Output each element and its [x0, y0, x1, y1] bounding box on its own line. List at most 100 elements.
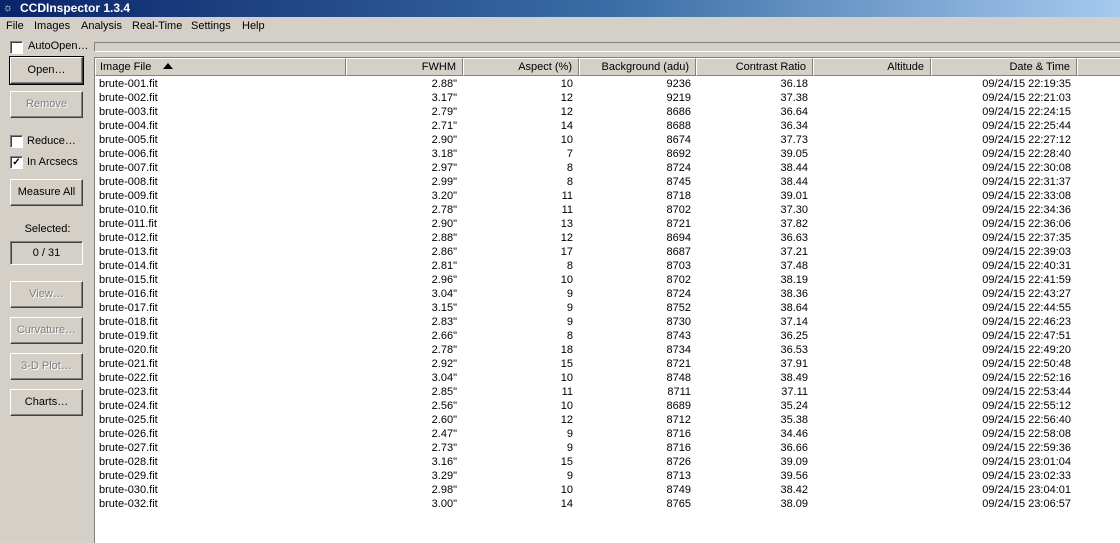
table-row[interactable]: brute-010.fit 2.78" 11 8702 37.30 09/24/15 22… — [95, 203, 1120, 217]
table-row[interactable]: brute-011.fit 2.90" 13 8721 37.82 09/24/15 22… — [95, 217, 1120, 231]
cell-fwhm: 2.79" — [431, 106, 457, 118]
cell-fwhm: 2.81" — [431, 260, 457, 272]
cell-aspect: 14 — [560, 120, 573, 132]
cell-fwhm: 2.98" — [431, 484, 457, 496]
cell-aspect: 10 — [560, 134, 573, 146]
menu-help[interactable]: Help — [242, 17, 265, 36]
table-row[interactable]: brute-026.fit 2.47" 9 8716 34.46 09/24/15 22:… — [95, 427, 1120, 441]
cell-aspect: 8 — [566, 162, 573, 174]
menu-file[interactable]: File — [6, 17, 24, 36]
table-row[interactable]: brute-004.fit 2.71" 14 8688 36.34 09/24/15 22… — [95, 119, 1120, 133]
cell-image-file: brute-013.fit — [99, 246, 158, 258]
cell-date-time: 09/24/15 22:30:08 — [982, 162, 1071, 174]
table-row[interactable]: brute-009.fit 3.20" 11 8718 39.01 09/24/15 22… — [95, 189, 1120, 203]
table-row[interactable]: brute-008.fit 2.99" 8 8745 38.44 09/24/15 22:… — [95, 175, 1120, 189]
autoopen-checkbox[interactable] — [10, 41, 23, 54]
measure-all-button[interactable]: Measure All — [10, 179, 83, 206]
cell-aspect: 18 — [560, 344, 573, 356]
autoopen-label[interactable]: AutoOpen… — [28, 40, 89, 53]
menu-images[interactable]: Images — [34, 17, 70, 36]
cell-image-file: brute-024.fit — [99, 400, 158, 412]
cell-fwhm: 2.96" — [431, 274, 457, 286]
cell-fwhm: 2.97" — [431, 162, 457, 174]
cell-aspect: 9 — [566, 442, 573, 454]
reduce-checkbox[interactable] — [10, 135, 23, 148]
table-row[interactable]: brute-018.fit 2.83" 9 8730 37.14 09/24/15 22:… — [95, 315, 1120, 329]
header-aspect[interactable]: Aspect (%) — [463, 58, 579, 76]
table-row[interactable]: brute-017.fit 3.15" 9 8752 38.64 09/24/15 22:… — [95, 301, 1120, 315]
window-title: CCDInspector 1.3.4 — [20, 1, 131, 15]
cell-contrast-ratio: 37.21 — [780, 246, 808, 258]
cell-contrast-ratio: 38.36 — [780, 288, 808, 300]
in-arcsecs-label[interactable]: In Arcsecs — [27, 156, 78, 169]
cell-date-time: 09/24/15 23:04:01 — [982, 484, 1071, 496]
cell-fwhm: 2.78" — [431, 204, 457, 216]
3d-plot-button[interactable]: 3-D Plot… — [10, 353, 83, 380]
table-row[interactable]: brute-027.fit 2.73" 9 8716 36.66 09/24/15 22:… — [95, 441, 1120, 455]
table-row[interactable]: brute-003.fit 2.79" 12 8686 36.64 09/24/15 22… — [95, 105, 1120, 119]
table-row[interactable]: brute-028.fit 3.16" 15 8726 39.09 09/24/15 23… — [95, 455, 1120, 469]
table-row[interactable]: brute-023.fit 2.85" 11 8711 37.11 09/24/15 22… — [95, 385, 1120, 399]
cell-fwhm: 2.83" — [431, 316, 457, 328]
menu-real-time[interactable]: Real-Time — [132, 17, 182, 36]
menu-settings[interactable]: Settings — [191, 17, 231, 36]
app-icon[interactable]: ☼ — [3, 2, 16, 14]
open-button[interactable]: Open… — [9, 56, 84, 85]
cell-contrast-ratio: 38.44 — [780, 162, 808, 174]
header-contrast-ratio[interactable]: Contrast Ratio — [696, 58, 813, 76]
header-background[interactable]: Background (adu) — [579, 58, 696, 76]
table-row[interactable]: brute-022.fit 3.04" 10 8748 38.49 09/24/15 22… — [95, 371, 1120, 385]
table-row[interactable]: brute-014.fit 2.81" 8 8703 37.48 09/24/15 22:… — [95, 259, 1120, 273]
cell-background: 8674 — [666, 134, 691, 146]
table-row[interactable]: brute-019.fit 2.66" 8 8743 36.25 09/24/15 22:… — [95, 329, 1120, 343]
cell-fwhm: 2.92" — [431, 358, 457, 370]
image-list[interactable]: Image File FWHM Aspect (%) Background (a… — [94, 57, 1120, 543]
table-row[interactable]: brute-032.fit 3.00" 14 8765 38.09 09/24/15 23… — [95, 497, 1120, 511]
remove-button[interactable]: Remove — [10, 91, 83, 118]
cell-aspect: 10 — [560, 274, 573, 286]
table-row[interactable]: brute-006.fit 3.18" 7 8692 39.05 09/24/15 22:… — [95, 147, 1120, 161]
header-altitude[interactable]: Altitude — [813, 58, 931, 76]
table-row[interactable]: brute-030.fit 2.98" 10 8749 38.42 09/24/15 23… — [95, 483, 1120, 497]
cell-contrast-ratio: 36.63 — [780, 232, 808, 244]
table-row[interactable]: brute-002.fit 3.17" 12 9219 37.38 09/24/15 22… — [95, 91, 1120, 105]
cell-background: 8730 — [666, 316, 691, 328]
header-date-time[interactable]: Date & Time — [931, 58, 1077, 76]
table-row[interactable]: brute-007.fit 2.97" 8 8724 38.44 09/24/15 22:… — [95, 161, 1120, 175]
cell-contrast-ratio: 38.09 — [780, 498, 808, 510]
table-row[interactable]: brute-015.fit 2.96" 10 8702 38.19 09/24/15 22… — [95, 273, 1120, 287]
reduce-label[interactable]: Reduce… — [27, 135, 76, 148]
cell-fwhm: 2.47" — [431, 428, 457, 440]
cell-aspect: 10 — [560, 372, 573, 384]
table-row[interactable]: brute-005.fit 2.90" 10 8674 37.73 09/24/15 22… — [95, 133, 1120, 147]
header-image-file[interactable]: Image File — [95, 58, 346, 76]
cell-fwhm: 3.04" — [431, 372, 457, 384]
cell-background: 8765 — [666, 498, 691, 510]
table-row[interactable]: brute-024.fit 2.56" 10 8689 35.24 09/24/15 22… — [95, 399, 1120, 413]
in-arcsecs-checkbox[interactable]: ✓ — [10, 156, 23, 169]
table-row[interactable]: brute-012.fit 2.88" 12 8694 36.63 09/24/15 22… — [95, 231, 1120, 245]
cell-date-time: 09/24/15 22:24:15 — [982, 106, 1071, 118]
charts-button[interactable]: Charts… — [10, 389, 83, 416]
cell-contrast-ratio: 36.18 — [780, 78, 808, 90]
title-bar[interactable]: ☼ CCDInspector 1.3.4 — [0, 0, 1120, 17]
cell-fwhm: 3.17" — [431, 92, 457, 104]
cell-background: 8702 — [666, 274, 691, 286]
table-row[interactable]: brute-013.fit 2.86" 17 8687 37.21 09/24/15 22… — [95, 245, 1120, 259]
cell-aspect: 10 — [560, 400, 573, 412]
table-row[interactable]: brute-020.fit 2.78" 18 8734 36.53 09/24/15 22… — [95, 343, 1120, 357]
view-button[interactable]: View… — [10, 281, 83, 308]
cell-image-file: brute-026.fit — [99, 428, 158, 440]
table-row[interactable]: brute-029.fit 3.29" 9 8713 39.56 09/24/15 23:… — [95, 469, 1120, 483]
header-fwhm[interactable]: FWHM — [346, 58, 463, 76]
cell-date-time: 09/24/15 23:06:57 — [982, 498, 1071, 510]
table-row[interactable]: brute-001.fit 2.88" 10 9236 36.18 09/24/15 22… — [95, 77, 1120, 91]
menu-analysis[interactable]: Analysis — [81, 17, 122, 36]
table-row[interactable]: brute-016.fit 3.04" 9 8724 38.36 09/24/15 22:… — [95, 287, 1120, 301]
curvature-button[interactable]: Curvature… — [10, 317, 83, 344]
table-row[interactable]: brute-021.fit 2.92" 15 8721 37.91 09/24/15 22… — [95, 357, 1120, 371]
cell-contrast-ratio: 36.64 — [780, 106, 808, 118]
table-row[interactable]: brute-025.fit 2.60" 12 8712 35.38 09/24/15 22… — [95, 413, 1120, 427]
cell-background: 8692 — [666, 148, 691, 160]
cell-contrast-ratio: 37.82 — [780, 218, 808, 230]
